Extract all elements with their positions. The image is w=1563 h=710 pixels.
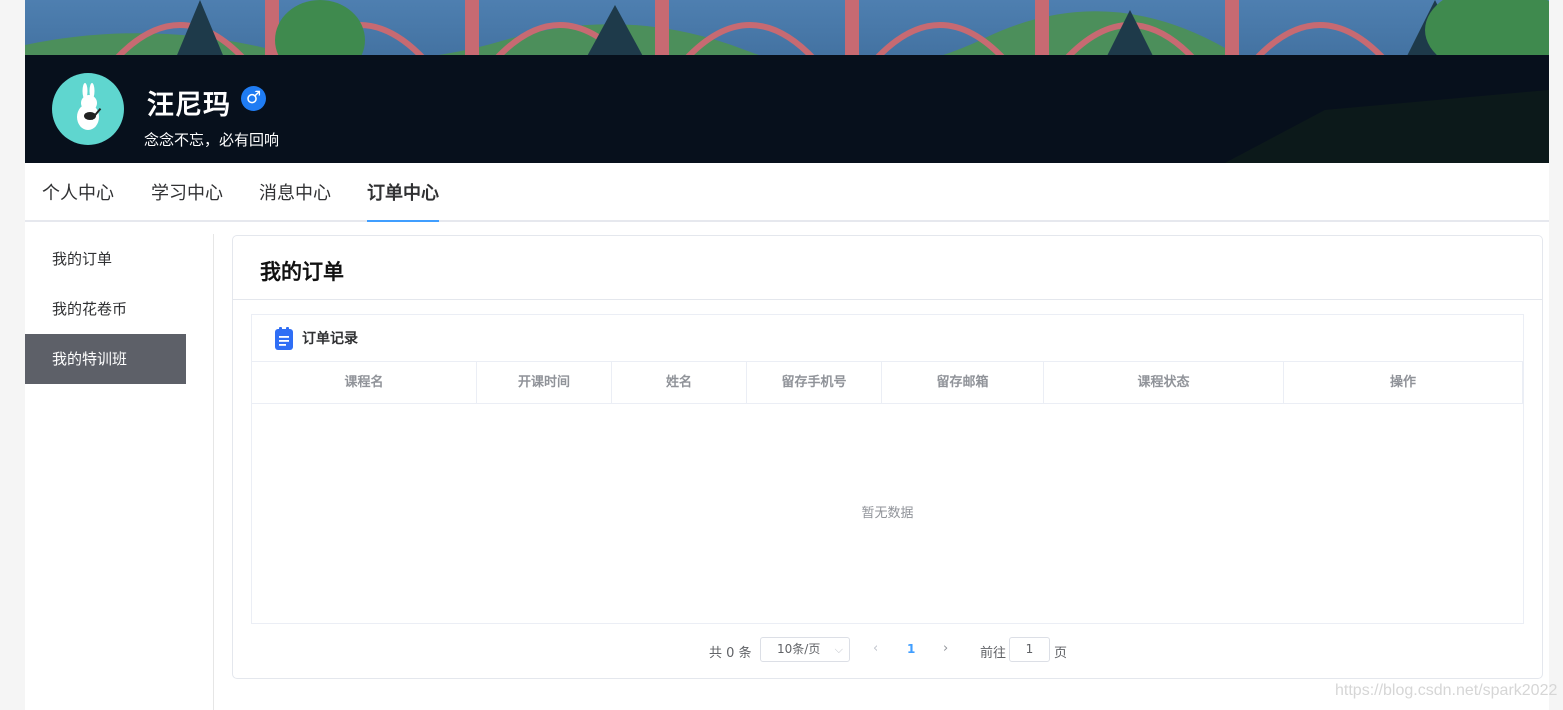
tab-learning-center[interactable]: 学习中心 [151,179,223,205]
goto-page-input[interactable]: 1 [1009,637,1050,662]
column-course-status: 课程状态 [1044,362,1284,403]
next-page-icon[interactable]: › [943,641,948,656]
orders-card: 我的订单 订单记录 课程名 开课时间 姓名 留存手机号 留存邮箱 课程状态 操作… [232,235,1543,679]
page: 汪尼玛 ♂ 念念不忘，必有回响 个人中心 学习中心 消息中心 订单中心 我的订单… [25,0,1549,710]
page-size-value: 10条/页 [777,642,821,656]
user-motto: 念念不忘，必有回响 [144,131,280,149]
sidebar: 我的订单 我的花卷币 我的特训班 [25,234,214,710]
sidebar-item-my-training-class[interactable]: 我的特训班 [25,334,186,384]
chevron-down-icon: ⌵ [834,643,843,656]
sidebar-item-label: 我的特训班 [52,350,128,368]
tab-message-center[interactable]: 消息中心 [259,179,331,205]
gender-male-icon: ♂ [241,86,266,111]
record-title: 订单记录 [302,331,358,347]
card-header: 我的订单 [233,236,1542,300]
notepad-icon [275,327,293,350]
sidebar-item-label: 我的花卷币 [52,300,128,318]
pagination: 共 0 条 10条/页 ⌵ ‹ 1 › 前往 1 页 [233,637,1542,663]
column-actions: 操作 [1284,362,1523,403]
goto-label: 前往 [980,646,1007,661]
empty-state-text: 暂无数据 [861,506,914,521]
sidebar-item-my-orders[interactable]: 我的订单 [25,234,186,284]
goto-unit-label: 页 [1054,646,1068,661]
order-record-panel: 订单记录 课程名 开课时间 姓名 留存手机号 留存邮箱 课程状态 操作 暂无数据 [251,314,1524,624]
sidebar-item-label: 我的订单 [52,250,113,268]
tab-order-center[interactable]: 订单中心 [367,179,439,205]
table-header: 课程名 开课时间 姓名 留存手机号 留存邮箱 课程状态 操作 [252,362,1523,404]
avatar[interactable] [52,73,124,145]
page-number-current[interactable]: 1 [907,642,915,656]
avatar-rabbit-icon [77,83,102,130]
column-start-time: 开课时间 [477,362,612,403]
column-phone: 留存手机号 [747,362,882,403]
username: 汪尼玛 [147,90,231,121]
page-size-select[interactable]: 10条/页 ⌵ [760,637,850,662]
page-title: 我的订单 [260,260,344,284]
prev-page-icon[interactable]: ‹ [873,641,878,656]
column-course-name: 课程名 [252,362,477,403]
column-email: 留存邮箱 [882,362,1044,403]
sidebar-item-my-coins[interactable]: 我的花卷币 [25,284,186,334]
active-tab-indicator [367,220,439,222]
tab-personal-center[interactable]: 个人中心 [42,179,114,205]
record-header: 订单记录 [252,315,1523,362]
pagination-total: 共 0 条 [709,646,752,661]
profile-banner: 汪尼玛 ♂ 念念不忘，必有回响 [25,0,1549,163]
watermark-text: https://blog.csdn.net/spark2022 [1335,682,1558,699]
profile-bar: 汪尼玛 ♂ 念念不忘，必有回响 [25,55,1549,163]
column-name: 姓名 [612,362,747,403]
main-tabs: 个人中心 学习中心 消息中心 订单中心 [25,163,1549,222]
